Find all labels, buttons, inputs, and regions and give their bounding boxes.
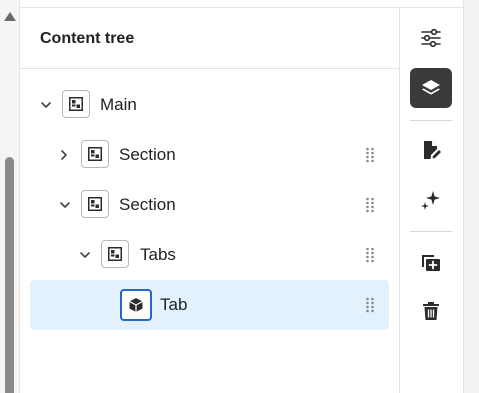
tree-item-label: Tabs: [140, 245, 176, 264]
drag-handle-icon[interactable]: [365, 197, 375, 213]
sliders-icon: [421, 28, 441, 48]
tree-item-label: Main: [100, 95, 137, 114]
generate-button[interactable]: [410, 180, 452, 220]
edit-document-icon: [424, 141, 441, 159]
layout-grid-icon: [101, 240, 129, 268]
properties-button[interactable]: [410, 18, 452, 58]
sparkle-icon: [421, 191, 440, 210]
content-tree-panel: Content tree Main Section Section Tabs T…: [20, 7, 399, 393]
tree-item-tab[interactable]: Tab: [30, 280, 389, 330]
right-toolbar: [399, 7, 463, 393]
chevron-down-icon[interactable]: [59, 199, 71, 211]
cube-icon: [120, 289, 152, 321]
scroll-up-arrow-icon[interactable]: [4, 12, 16, 21]
drag-handle-icon[interactable]: [365, 297, 375, 313]
tree-item-label: Tab: [160, 295, 188, 314]
tree-item-section[interactable]: Section: [30, 180, 389, 230]
add-component-icon: [422, 255, 440, 271]
content-tree-button[interactable]: [410, 68, 452, 108]
right-gutter: [463, 0, 479, 393]
tree-item-label: Section: [119, 145, 176, 164]
chevron-down-icon[interactable]: [79, 249, 91, 261]
toolbar-divider: [410, 120, 452, 121]
layout-grid-icon: [62, 90, 90, 118]
drag-handle-icon[interactable]: [365, 147, 375, 163]
drag-handle-icon[interactable]: [365, 247, 375, 263]
delete-button[interactable]: [410, 291, 452, 331]
layout-grid-icon: [81, 140, 109, 168]
toolbar-divider: [410, 231, 452, 232]
trash-icon: [423, 302, 439, 320]
editor-window: Content tree Main Section Section Tabs T…: [0, 0, 479, 393]
left-scrollbar[interactable]: [0, 0, 20, 393]
add-component-button[interactable]: [410, 241, 452, 281]
chevron-down-icon[interactable]: [40, 99, 52, 111]
tree-item-main[interactable]: Main: [30, 80, 389, 130]
layers-icon: [422, 80, 440, 95]
panel-title: Content tree: [40, 30, 135, 47]
panel-header: Content tree: [20, 8, 399, 69]
tree-item-tabs[interactable]: Tabs: [30, 230, 389, 280]
scroll-thumb[interactable]: [5, 157, 14, 393]
tree-item-label: Section: [119, 195, 176, 214]
chevron-right-icon[interactable]: [58, 149, 70, 161]
layout-grid-icon: [81, 190, 109, 218]
edit-button[interactable]: [410, 130, 452, 170]
tree-item-section[interactable]: Section: [30, 130, 389, 180]
